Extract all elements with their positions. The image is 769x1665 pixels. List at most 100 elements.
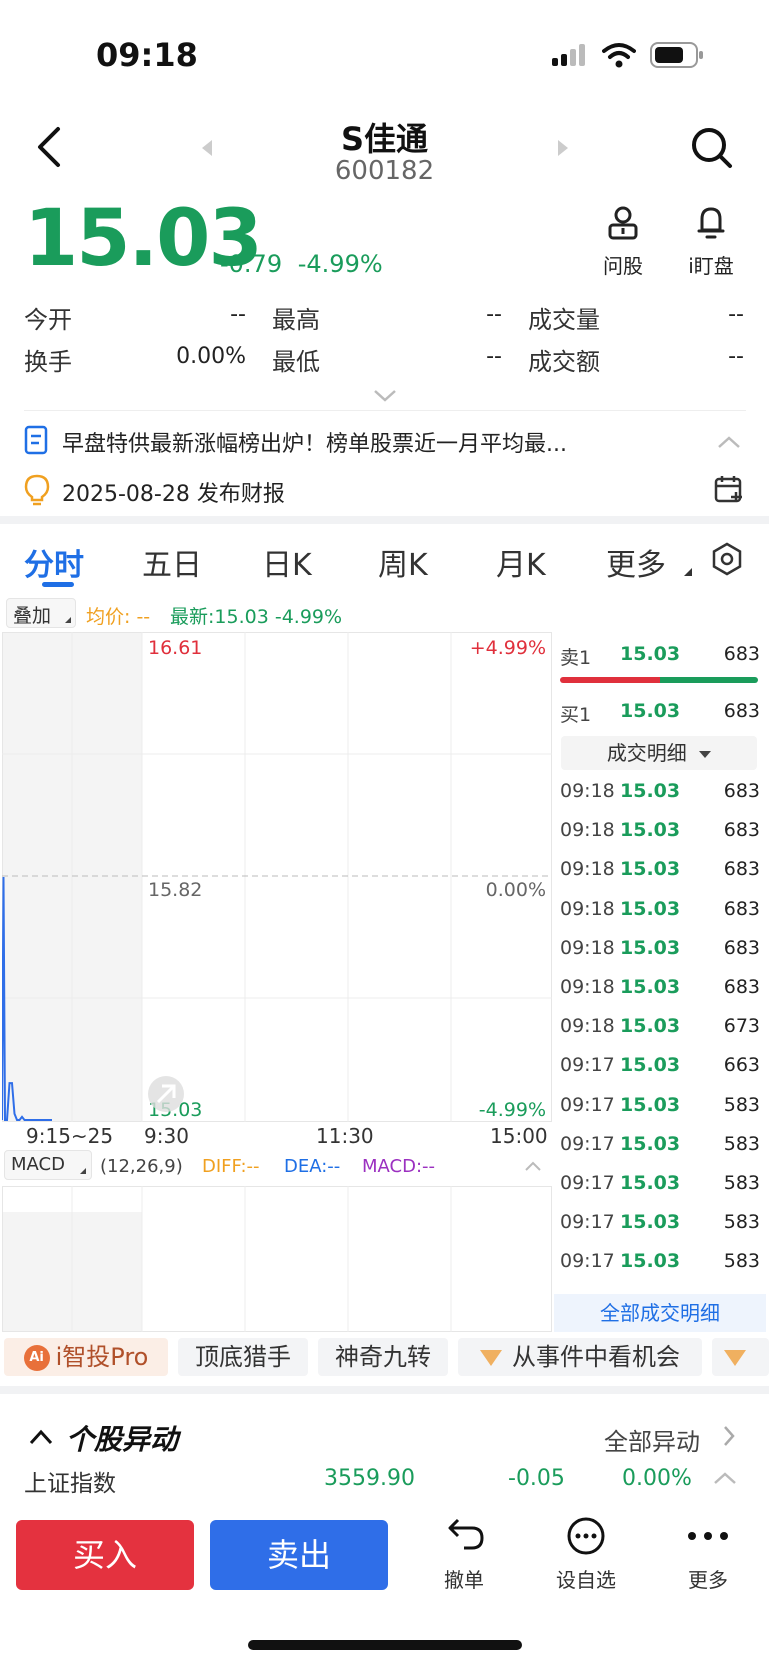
volume-label: 成交量 xyxy=(528,306,600,334)
ai-icon: Ai xyxy=(23,1345,50,1371)
more-actions-label: 更多 xyxy=(688,1568,728,1592)
trade-volume: 683 xyxy=(723,976,760,998)
magic-nine-chip[interactable]: 神奇九转 xyxy=(318,1338,448,1376)
tab-intraday[interactable]: 分时 xyxy=(24,540,84,584)
index-change: -0.05 xyxy=(508,1466,565,1491)
cancel-order-button[interactable]: 撤单 xyxy=(424,1516,504,1596)
trade-volume: 683 xyxy=(723,819,760,842)
ask-stock-button[interactable]: 问股 xyxy=(578,206,668,278)
overlay-label: 叠加 xyxy=(13,605,52,627)
search-icon[interactable] xyxy=(690,126,734,170)
buy-button[interactable]: 买入 xyxy=(16,1520,194,1590)
trade-price: 15.03 xyxy=(620,936,681,959)
turnover-value: 0.00% xyxy=(176,344,246,369)
macd-button[interactable]: MACD xyxy=(4,1150,92,1180)
trade-volume: 683 xyxy=(723,780,760,802)
sell-ratio-bar xyxy=(560,677,660,683)
trade-price: 15.03 xyxy=(620,1054,681,1077)
macd-diff: DIFF:-- xyxy=(202,1156,260,1177)
trade-price: 15.03 xyxy=(620,1093,681,1116)
trade-row: 09:17 15.03 583 xyxy=(560,1205,760,1241)
pct-tick-mid: 0.00% xyxy=(486,879,546,901)
stock-code: 600182 xyxy=(334,156,435,186)
latest-label: 最新:15.03 -4.99% xyxy=(170,606,343,628)
macd-chart xyxy=(2,1186,552,1332)
news-headline[interactable]: 早盘特供最新涨幅榜出炉！榜单股票近一月平均最... xyxy=(62,426,662,458)
chevron-right-icon[interactable] xyxy=(722,1424,736,1448)
trade-row: 09:18 15.03 683 xyxy=(560,852,760,888)
macd-collapse-icon[interactable] xyxy=(524,1160,542,1172)
expand-chevron-icon[interactable] xyxy=(372,388,398,404)
buy1-volume: 683 xyxy=(723,700,760,722)
volume-value: -- xyxy=(728,302,744,327)
trade-volume: 583 xyxy=(723,1093,760,1116)
trade-price: 15.03 xyxy=(620,1015,681,1038)
trade-volume: 583 xyxy=(723,1172,760,1194)
trade-price: 15.03 xyxy=(620,1132,681,1155)
add-favorite-label: 设自选 xyxy=(556,1568,616,1592)
open-label: 今开 xyxy=(24,306,72,334)
watch-label: i盯盘 xyxy=(688,254,734,278)
macd-label: MACD xyxy=(11,1154,65,1175)
next-feature-chip[interactable] xyxy=(712,1338,769,1376)
trade-row: 09:18 15.03 683 xyxy=(560,931,760,967)
trade-row: 09:18 15.03 683 xyxy=(560,892,760,928)
tab-daily-k[interactable]: 日K xyxy=(262,540,312,584)
status-time: 09:18 xyxy=(96,36,198,74)
change-percent: -4.99% xyxy=(297,250,383,278)
tab-five-day[interactable]: 五日 xyxy=(142,540,202,584)
tab-monthly-k[interactable]: 月K xyxy=(496,540,546,584)
all-trades-link[interactable]: 全部成交明细 xyxy=(554,1294,766,1332)
trade-price: 15.03 xyxy=(620,897,681,920)
sell1-volume: 683 xyxy=(723,643,760,665)
trade-detail-dropdown-icon xyxy=(699,751,712,758)
trade-detail-dropdown[interactable]: 成交明细 xyxy=(561,736,757,770)
trade-time: 09:17 xyxy=(560,1172,615,1194)
smart-invest-chip[interactable]: Ai i智投Pro xyxy=(4,1338,168,1376)
pct-tick-bottom: -4.99% xyxy=(479,1099,546,1121)
all-anomaly-link[interactable]: 全部异动 xyxy=(604,1422,700,1457)
sell-button[interactable]: 卖出 xyxy=(210,1520,388,1590)
diamond-icon xyxy=(480,1350,502,1366)
bottom-hunter-chip[interactable]: 顶底猎手 xyxy=(178,1338,308,1376)
amount-value: -- xyxy=(728,344,744,369)
macd-dea: DEA:-- xyxy=(284,1156,341,1177)
person-icon xyxy=(608,206,638,240)
replay-icon[interactable] xyxy=(148,1076,184,1112)
more-actions-button[interactable]: 更多 xyxy=(668,1516,748,1596)
buy-ratio-bar xyxy=(660,677,758,683)
sell1-price: 15.03 xyxy=(620,643,681,665)
x-tick-close: 15:00 xyxy=(490,1124,548,1148)
report-date[interactable]: 2025-08-28 发布财报 xyxy=(62,476,285,508)
x-tick-open: 9:30 xyxy=(144,1124,189,1148)
anomaly-collapse-icon[interactable] xyxy=(28,1428,54,1446)
event-opportunity-chip[interactable]: 从事件中看机会 xyxy=(458,1338,702,1376)
overlay-dropdown-icon xyxy=(65,617,71,623)
change-value: -0.79 xyxy=(220,250,283,278)
high-value: -- xyxy=(486,302,502,327)
high-label: 最高 xyxy=(272,306,320,334)
more-dots-icon xyxy=(688,1532,728,1540)
avg-price-label: 均价: -- xyxy=(86,606,151,628)
overlay-button[interactable]: 叠加 xyxy=(6,598,76,628)
trade-row: 09:17 15.03 583 xyxy=(560,1127,760,1163)
trade-row: 09:18 15.03 673 xyxy=(560,1009,760,1045)
trade-price: 15.03 xyxy=(620,780,681,802)
add-favorite-button[interactable]: 设自选 xyxy=(546,1516,626,1596)
settings-hex-icon[interactable] xyxy=(710,542,744,576)
calendar-add-icon[interactable] xyxy=(714,474,744,504)
trade-row: 09:17 15.03 583 xyxy=(560,1244,760,1280)
trade-price: 15.03 xyxy=(620,1211,681,1234)
tab-weekly-k[interactable]: 周K xyxy=(378,540,428,584)
sell1-row: 卖1 15.03 683 xyxy=(560,637,760,673)
tab-more[interactable]: 更多 xyxy=(606,540,666,584)
watch-button[interactable]: i盯盘 xyxy=(666,206,756,278)
trade-time: 09:18 xyxy=(560,897,615,920)
intraday-chart[interactable]: 16.61 15.82 15.03 +4.99% 0.00% -4.99% xyxy=(2,632,552,1122)
index-collapse-icon[interactable] xyxy=(712,1470,738,1486)
buy1-price: 15.03 xyxy=(620,700,681,722)
collapse-chevron-icon[interactable] xyxy=(716,434,742,450)
bell-icon xyxy=(697,207,725,239)
low-value: -- xyxy=(486,344,502,369)
low-label: 最低 xyxy=(272,348,320,376)
